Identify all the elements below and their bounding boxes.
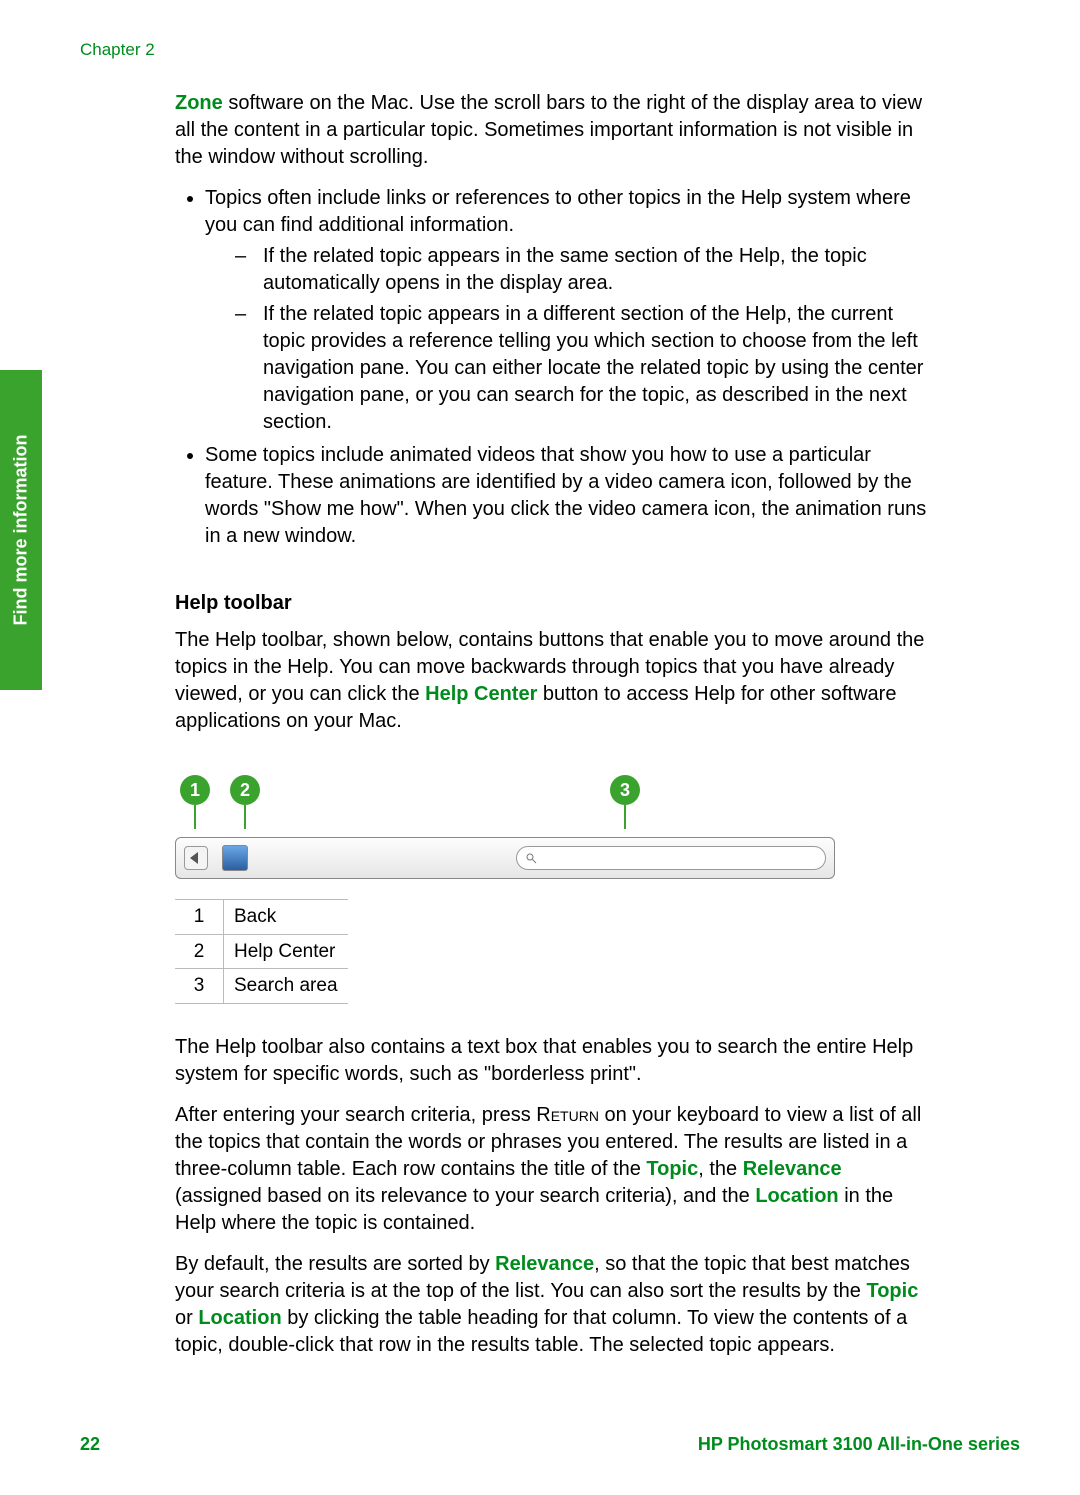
ps-or: or	[175, 1307, 198, 1329]
search-field[interactable]	[516, 846, 826, 870]
toolbar-image	[175, 837, 835, 879]
search-icon	[525, 852, 537, 864]
callout-row: 1 2 3	[175, 765, 930, 815]
ps-pre: By default, the results are sorted by	[175, 1253, 495, 1275]
legend-table: 1 Back 2 Help Center 3 Search area	[175, 899, 348, 1004]
product-name: HP Photosmart 3100 All-in-One series	[698, 1434, 1020, 1455]
sub-b-text: If the related topic appears in a differ…	[263, 303, 923, 433]
help-toolbar-paragraph: The Help toolbar, shown below, contains …	[175, 627, 930, 735]
return-key: Return	[536, 1104, 599, 1126]
back-button-icon[interactable]	[184, 846, 208, 870]
callout-3: 3	[610, 775, 640, 805]
legend-label: Back	[224, 900, 348, 935]
topic-link[interactable]: Topic	[646, 1158, 698, 1180]
help-center-icon[interactable]	[222, 845, 248, 871]
after-enter-paragraph: After entering your search criteria, pre…	[175, 1102, 930, 1237]
intro-rest: software on the Mac. Use the scroll bars…	[175, 92, 922, 168]
legend-num: 2	[175, 934, 224, 969]
legend-num: 1	[175, 900, 224, 935]
sub-bullet-list: If the related topic appears in the same…	[205, 243, 930, 436]
sort-paragraph: By default, the results are sorted by Re…	[175, 1251, 930, 1359]
list-item: Topics often include links or references…	[205, 185, 930, 436]
bullet-video-text: Some topics include animated videos that…	[205, 444, 926, 547]
pa-mid2: (assigned based on its relevance to your…	[175, 1185, 755, 1207]
callout-1: 1	[180, 775, 210, 805]
side-tab-text: Find more information	[11, 435, 32, 626]
table-row: 2 Help Center	[175, 934, 348, 969]
document-page: Chapter 2 Find more information Zone sof…	[0, 0, 1080, 1495]
location-link[interactable]: Location	[755, 1185, 838, 1207]
bullet-topics-text: Topics often include links or references…	[205, 187, 911, 236]
toolbar-diagram: 1 2 3	[175, 765, 930, 879]
callout-2: 2	[230, 775, 260, 805]
legend-label: Search area	[224, 969, 348, 1004]
page-number: 22	[80, 1434, 100, 1455]
intro-paragraph: Zone software on the Mac. Use the scroll…	[175, 90, 930, 171]
location-link-2[interactable]: Location	[198, 1307, 281, 1329]
sub-a-text: If the related topic appears in the same…	[263, 245, 867, 294]
relevance-link-2[interactable]: Relevance	[495, 1253, 594, 1275]
zone-link[interactable]: Zone	[175, 92, 223, 114]
relevance-link[interactable]: Relevance	[743, 1158, 842, 1180]
chapter-label: Chapter 2	[80, 40, 1020, 60]
table-row: 3 Search area	[175, 969, 348, 1004]
page-footer: 22 HP Photosmart 3100 All-in-One series	[80, 1434, 1020, 1455]
side-tab: Find more information	[0, 370, 42, 690]
topic-link-2[interactable]: Topic	[866, 1280, 918, 1302]
ps-end: by clicking the table heading for that c…	[175, 1307, 907, 1356]
legend-num: 3	[175, 969, 224, 1004]
help-center-link[interactable]: Help Center	[425, 683, 537, 705]
list-item: If the related topic appears in the same…	[235, 243, 930, 297]
table-row: 1 Back	[175, 900, 348, 935]
top-bullet-list: Topics often include links or references…	[175, 185, 930, 550]
main-content: Zone software on the Mac. Use the scroll…	[175, 90, 930, 1359]
legend-label: Help Center	[224, 934, 348, 969]
pa-comma: , the	[698, 1158, 742, 1180]
list-item: Some topics include animated videos that…	[205, 442, 930, 550]
pa-pre: After entering your search criteria, pre…	[175, 1104, 536, 1126]
list-item: If the related topic appears in a differ…	[235, 301, 930, 436]
textbox-paragraph: The Help toolbar also contains a text bo…	[175, 1034, 930, 1088]
help-toolbar-heading: Help toolbar	[175, 590, 930, 617]
